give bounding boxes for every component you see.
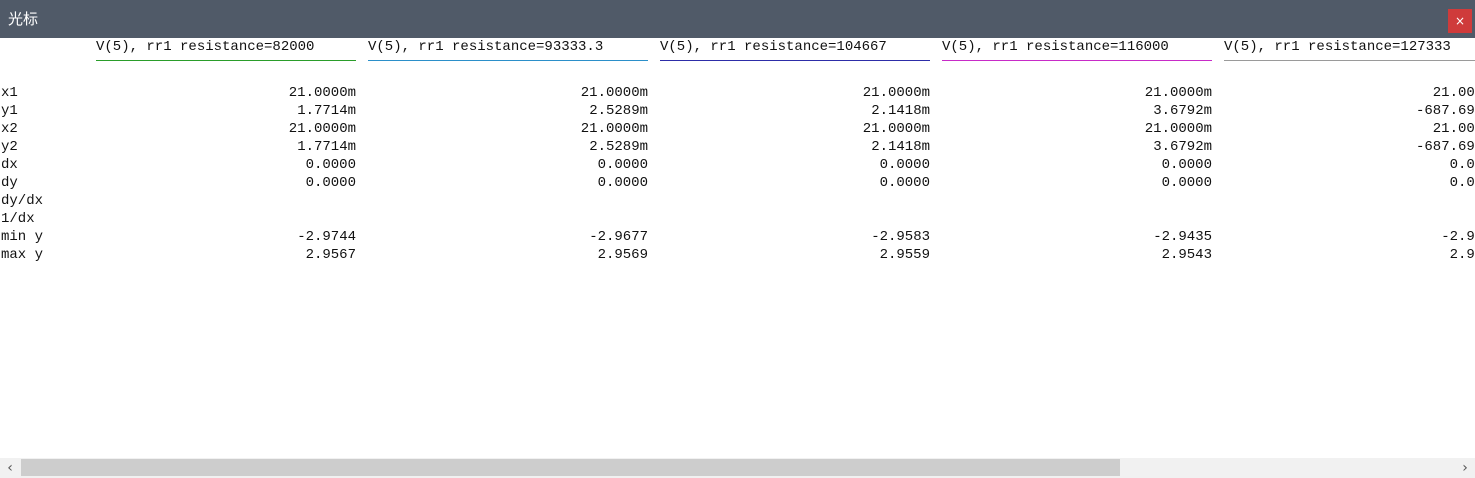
table-cell: 0.0000: [597, 175, 648, 191]
row-label: y1: [1, 103, 18, 119]
scroll-right-icon[interactable]: ›: [1455, 458, 1475, 478]
column-color-line: [942, 60, 1212, 61]
row-label: y2: [1, 139, 18, 155]
column-header: V(5), rr1 resistance=116000: [942, 39, 1169, 55]
table-cell: 0.0000: [597, 157, 648, 173]
table-cell: 3.6792m: [1153, 139, 1212, 155]
row-label: dy/dx: [1, 193, 44, 209]
table-cell: 0.0000: [305, 175, 356, 191]
column-color-line: [660, 60, 930, 61]
table-cell: 2.9569: [597, 247, 648, 263]
scroll-left-icon[interactable]: ‹: [0, 458, 20, 478]
column-header: V(5), rr1 resistance=104667: [660, 39, 887, 55]
row-label: max y: [1, 247, 44, 263]
title-bar[interactable]: 光标 ×: [0, 0, 1475, 38]
close-icon: ×: [1454, 14, 1466, 28]
column-color-line: [1224, 60, 1475, 61]
table-cell: 0.0000: [1161, 157, 1212, 173]
row-label: dy: [1, 175, 18, 191]
row-label: x1: [1, 85, 18, 101]
table-cell: 0.0000: [305, 157, 356, 173]
table-cell: 21.0000m: [288, 121, 356, 137]
table-cell: 2.5289m: [589, 103, 648, 119]
table-cell: 21.0000m: [580, 121, 648, 137]
table-cell: 2.5289m: [589, 139, 648, 155]
table-cell: 2.1418m: [871, 139, 930, 155]
column-color-line: [96, 60, 356, 61]
table-cell: -687.6977u: [1415, 103, 1475, 119]
row-label: x2: [1, 121, 18, 137]
table-cell: 2.9567: [305, 247, 356, 263]
cursor-window: 光标 × V(5), rr1 resistance=82000 V(5), rr1…: [0, 0, 1475, 478]
row-label: dx: [1, 157, 18, 173]
table-cell: 2.9419: [1449, 247, 1475, 263]
table-cell: 3.6792m: [1153, 103, 1212, 119]
table-cell: 21.0000m: [862, 121, 930, 137]
cursor-table: V(5), rr1 resistance=82000 V(5), rr1 resi…: [0, 38, 1475, 458]
table-cell: 21.0000m: [1144, 85, 1212, 101]
table-cell: 2.9559: [879, 247, 930, 263]
table-cell: 21.0000m: [288, 85, 356, 101]
table-cell: -687.6977u: [1415, 139, 1475, 155]
scrollbar-thumb[interactable]: [21, 459, 1120, 476]
table-cell: -2.9744: [297, 229, 356, 245]
table-cell: 21.0000m: [1432, 85, 1475, 101]
table-cell: -2.9435: [1153, 229, 1212, 245]
table-cell: 0.0000: [1449, 175, 1475, 191]
window-title: 光标: [8, 10, 39, 28]
table-cell: 0.0000: [879, 157, 930, 173]
table-cell: 21.0000m: [1144, 121, 1212, 137]
table-cell: -2.9583: [871, 229, 930, 245]
row-label: min y: [1, 229, 44, 245]
column-header: V(5), rr1 resistance=127333: [1224, 39, 1451, 55]
table-cell: -2.9131: [1441, 229, 1475, 245]
table-cell: 21.0000m: [1432, 121, 1475, 137]
table-cell: 0.0000: [879, 175, 930, 191]
table-cell: 0.0000: [1449, 157, 1475, 173]
close-button[interactable]: ×: [1448, 9, 1472, 33]
row-label: 1/dx: [1, 211, 35, 227]
table-cell: 1.7714m: [297, 139, 356, 155]
table-cell: 0.0000: [1161, 175, 1212, 191]
table-cell: 21.0000m: [580, 85, 648, 101]
table-cell: 21.0000m: [862, 85, 930, 101]
horizontal-scrollbar[interactable]: ‹ ›: [0, 458, 1475, 478]
column-color-line: [368, 60, 648, 61]
table-cell: 2.1418m: [871, 103, 930, 119]
table-cell: 1.7714m: [297, 103, 356, 119]
table-cell: -2.9677: [589, 229, 648, 245]
table-cell: 2.9543: [1161, 247, 1212, 263]
column-header: V(5), rr1 resistance=93333.3: [368, 39, 604, 55]
column-header: V(5), rr1 resistance=82000: [96, 39, 315, 55]
